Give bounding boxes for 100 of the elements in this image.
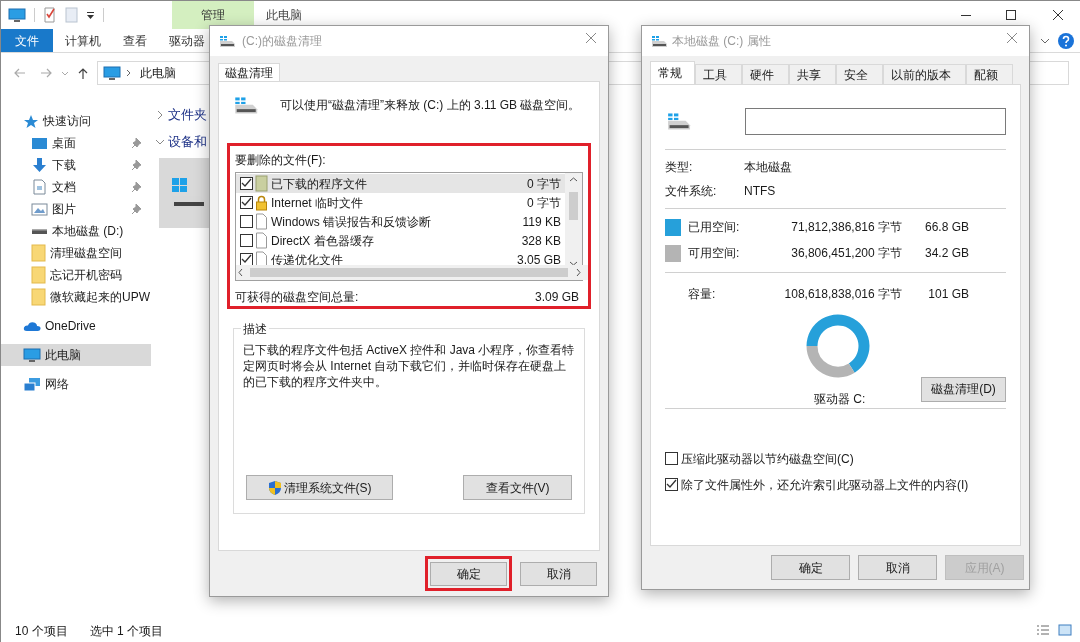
computer-icon xyxy=(103,65,121,81)
document-icon xyxy=(31,179,48,195)
up-arrow-icon[interactable] xyxy=(77,66,89,80)
nav-item[interactable]: 快速访问 xyxy=(1,110,151,132)
file-icon xyxy=(255,213,268,230)
checkbox[interactable] xyxy=(665,478,678,491)
tab[interactable]: 配额 xyxy=(966,64,1013,84)
download-arrow-icon xyxy=(31,157,48,173)
list-row[interactable]: Internet 临时文件 0 字节 xyxy=(236,193,565,212)
button[interactable]: 清理系统文件(S) xyxy=(246,475,393,500)
nav-item[interactable]: OneDrive xyxy=(1,315,151,337)
chevron-icon xyxy=(126,69,132,77)
drive-icon xyxy=(650,34,668,48)
field-label: 要删除的文件(F): xyxy=(235,152,327,169)
folder-icon xyxy=(31,266,46,284)
list-row[interactable]: Windows 错误报告和反馈诊断 119 KB xyxy=(236,212,565,231)
computer-icon xyxy=(23,347,41,363)
field-label: 已用空间: xyxy=(688,219,741,236)
checkbox-label[interactable]: 压缩此驱动器以节约磁盘空间(C) xyxy=(681,449,854,468)
checkbox[interactable] xyxy=(240,177,253,190)
chevron-icon[interactable] xyxy=(1040,37,1050,44)
field-value: 108,618,838,016 字节 xyxy=(783,286,902,303)
help-icon[interactable] xyxy=(1058,32,1074,49)
nav-item[interactable]: 图片 xyxy=(1,198,151,220)
tab[interactable]: 磁盘清理 xyxy=(218,63,280,81)
network-icon xyxy=(23,376,41,392)
nav-item[interactable]: 下载 xyxy=(1,154,151,176)
checkbox[interactable] xyxy=(240,196,253,209)
button[interactable]: 磁盘清理(D) xyxy=(921,376,1006,402)
nav-item[interactable]: 桌面 xyxy=(1,132,151,154)
window-title: (C:)的磁盘清理 xyxy=(242,33,322,50)
maximize-icon[interactable] xyxy=(1006,10,1016,20)
list-row[interactable]: DirectX 着色器缓存 328 KB xyxy=(236,231,565,250)
drive-icon xyxy=(232,95,259,115)
field-label: 可用空间: xyxy=(688,245,741,262)
close-icon[interactable] xyxy=(1053,10,1063,20)
field-label: 容量: xyxy=(688,286,717,303)
section-heading: 文件夹 xyxy=(168,105,207,124)
checkbox-label[interactable]: 除了文件属性外，还允许索引此驱动器上文件的内容(I) xyxy=(681,475,969,494)
breadcrumb[interactable]: 此电脑 xyxy=(140,64,176,82)
list-row[interactable]: 已下载的程序文件 0 字节 xyxy=(236,174,565,193)
tab[interactable]: 以前的版本 xyxy=(883,64,966,84)
checkbox[interactable] xyxy=(240,215,253,228)
tab[interactable]: 共享 xyxy=(789,64,836,84)
tab[interactable]: 工具 xyxy=(695,64,742,84)
window-title: 此电脑 xyxy=(266,7,302,24)
file-icon xyxy=(255,232,268,249)
cloud-icon xyxy=(23,319,41,333)
nav-item[interactable]: 文档 xyxy=(1,176,151,198)
checkbox[interactable] xyxy=(665,452,678,465)
package-icon xyxy=(255,175,268,192)
nav-item[interactable]: 此电脑 xyxy=(1,344,151,366)
button[interactable]: 取消 xyxy=(858,555,937,580)
shield-icon xyxy=(267,479,282,496)
chevron-icon[interactable] xyxy=(155,138,165,145)
desktop-icon xyxy=(31,135,48,151)
picture-icon xyxy=(31,201,48,217)
tab[interactable]: 硬件 xyxy=(742,64,789,84)
description-text: 已下载的程序文件包括 ActiveX 控件和 Java 小程序，你查看特定网页时将会从 Internet 自动下载它们，并临时保存在硬盘上的已下载的程序文件夹中。 xyxy=(243,342,575,390)
computer-icon xyxy=(8,7,26,23)
field-value: 71,812,386,816 字节 xyxy=(790,219,902,236)
padlock-icon xyxy=(255,194,268,211)
properties-icon[interactable] xyxy=(43,6,57,24)
button[interactable]: 查看文件(V) xyxy=(463,475,572,500)
field-label: 类型: xyxy=(665,159,694,176)
caret-icon[interactable] xyxy=(86,10,95,20)
folder-icon xyxy=(31,244,46,262)
total-label: 可获得的磁盘空间总量: xyxy=(235,289,359,306)
folder-icon xyxy=(31,288,46,306)
total-value: 3.09 GB xyxy=(534,289,579,306)
tab[interactable]: 安全 xyxy=(836,64,883,84)
nav-item[interactable]: 微软藏起来的UPW xyxy=(1,286,151,308)
field-value: 101 GB xyxy=(927,286,969,303)
tab[interactable]: 常规 xyxy=(650,61,695,84)
group-title: 描述 xyxy=(241,320,269,338)
field-value: NTFS xyxy=(744,183,777,200)
ribbon-tab[interactable]: 计算机 xyxy=(55,29,111,52)
button[interactable]: 确定 xyxy=(430,562,507,586)
button[interactable]: 取消 xyxy=(520,562,597,586)
nav-item[interactable]: 网络 xyxy=(1,373,151,395)
drive-icon xyxy=(218,34,236,48)
scrollbar[interactable] xyxy=(236,265,588,280)
field-label: 文件系统: xyxy=(665,183,718,200)
field-value: 66.8 GB xyxy=(923,219,969,236)
name-field[interactable] xyxy=(744,107,1006,135)
nav-item[interactable]: 本地磁盘 (D:) xyxy=(1,220,151,242)
chevron-icon[interactable] xyxy=(157,109,163,120)
star-icon xyxy=(23,113,39,129)
ribbon-tab[interactable]: 查看 xyxy=(113,29,157,52)
summary-text: 可以使用“磁盘清理”来释放 (C:) 上的 3.11 GB 磁盘空间。 xyxy=(280,97,581,114)
drive-label: 驱动器 C: xyxy=(814,391,866,408)
tiles-view-icon[interactable] xyxy=(1058,624,1072,636)
nav-item[interactable]: 忘记开机密码 xyxy=(1,264,151,286)
drive-icon xyxy=(665,111,692,131)
checkbox[interactable] xyxy=(240,234,253,247)
button[interactable]: 确定 xyxy=(771,555,850,580)
checkbox[interactable] xyxy=(240,253,253,266)
nav-item[interactable]: 清理磁盘空间 xyxy=(1,242,151,264)
section-heading: 设备和 xyxy=(168,132,207,151)
status-text: 选中 1 个项目 xyxy=(89,623,164,640)
